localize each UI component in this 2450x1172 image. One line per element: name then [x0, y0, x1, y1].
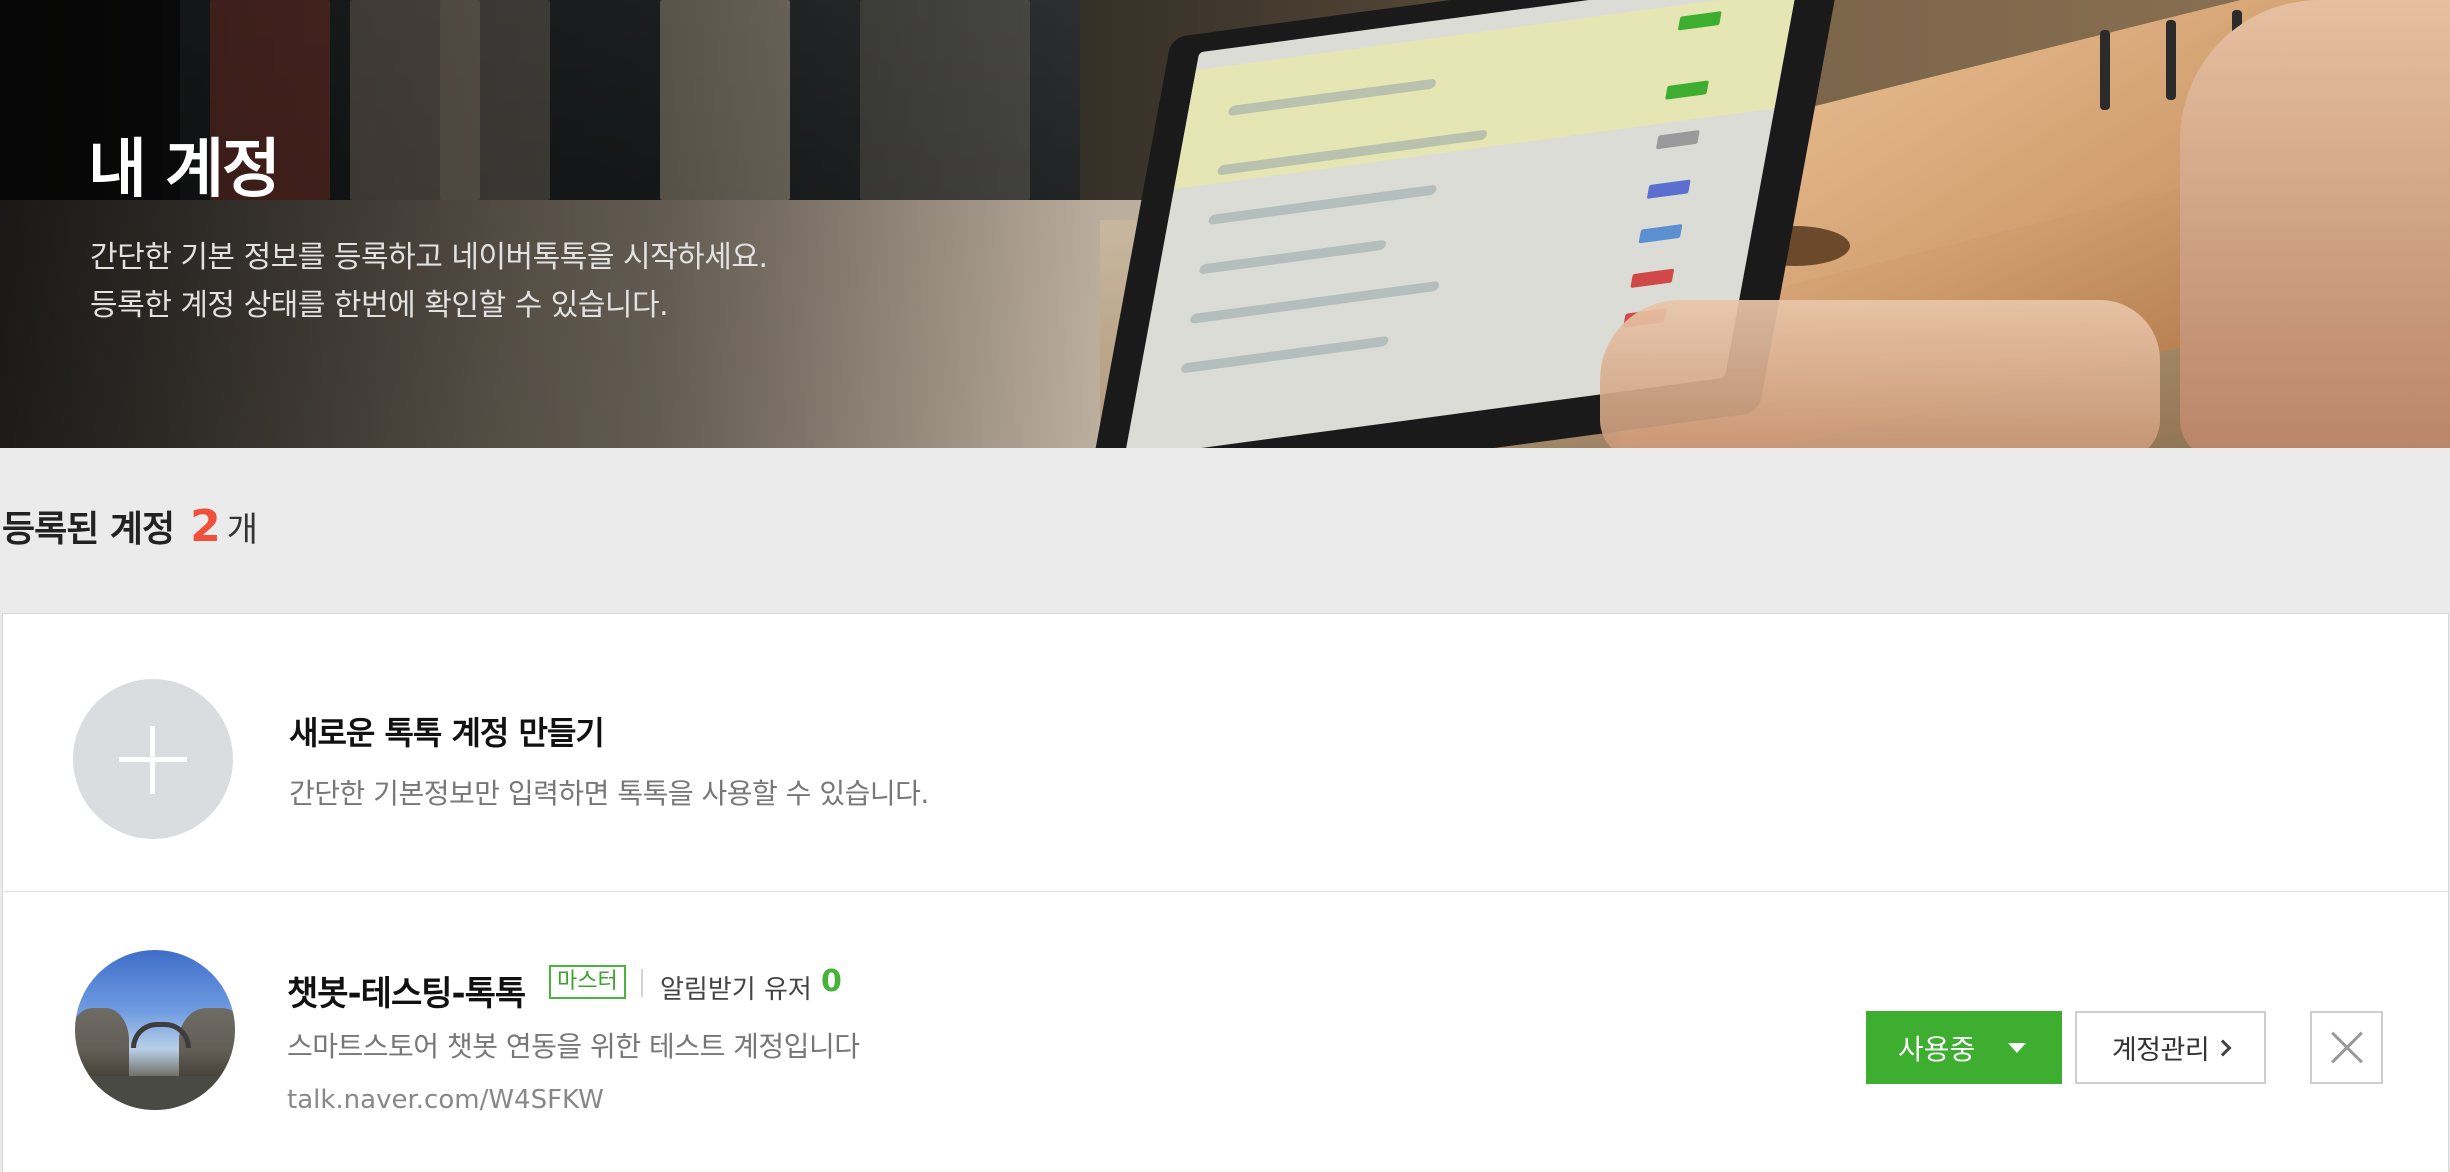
page-description-line: 등록한 계정 상태를 한번에 확인할 수 있습니다. — [90, 288, 669, 323]
create-account-title[interactable]: 새로운 톡톡 계정 만들기 — [289, 708, 605, 754]
manage-account-label: 계정관리 — [2111, 1035, 2210, 1065]
status-button-label: 사용중 — [1898, 1033, 1976, 1065]
page-description-line: 간단한 기본 정보를 등록하고 네이버톡톡을 시작하세요. — [90, 240, 768, 275]
manage-account-button[interactable]: 계정관리 — [2075, 1011, 2266, 1084]
account-description: 스마트스토어 챗봇 연동을 위한 테스트 계정입니다 — [287, 1030, 860, 1063]
account-url[interactable]: talk.naver.com/W4SFKW — [287, 1085, 604, 1115]
hero-banner: 내 계정 간단한 기본 정보를 등록하고 네이버톡톡을 시작하세요. 등록한 계… — [0, 0, 2450, 448]
notify-users-label: 알림받기 유저 — [660, 975, 812, 1005]
hero-bg-arm — [2180, 0, 2450, 448]
role-badge: 마스터 — [549, 965, 626, 999]
plus-icon[interactable] — [73, 679, 233, 839]
notify-users-count: 0 — [821, 964, 842, 999]
divider — [641, 969, 643, 997]
hero-bg-peg — [2166, 20, 2176, 100]
registered-accounts-unit: 개 — [226, 510, 259, 550]
account-item: 챗봇-테스팅-톡톡 마스터 알림받기 유저 0 스마트스토어 챗봇 연동을 위한… — [3, 892, 2448, 1172]
caret-down-icon — [2008, 1043, 2026, 1053]
page-description: 간단한 기본 정보를 등록하고 네이버톡톡을 시작하세요. 등록한 계정 상태를… — [90, 234, 768, 330]
registered-accounts-number: 2 — [190, 501, 221, 552]
hero-bg-peg — [2100, 30, 2110, 110]
hero-bg-hands — [1600, 300, 2160, 448]
hero-bg-shade — [0, 0, 1100, 448]
account-avatar — [75, 950, 235, 1110]
create-account-item[interactable]: 새로운 톡톡 계정 만들기 간단한 기본정보만 입력하면 톡톡을 사용할 수 있… — [3, 614, 2448, 892]
registered-accounts-label: 등록된 계정 — [2, 509, 175, 550]
account-list: 새로운 톡톡 계정 만들기 간단한 기본정보만 입력하면 톡톡을 사용할 수 있… — [2, 613, 2449, 1172]
account-name[interactable]: 챗봇-테스팅-톡톡 — [287, 966, 526, 1015]
status-dropdown-button[interactable]: 사용중 — [1866, 1011, 2062, 1084]
create-account-description: 간단한 기본정보만 입력하면 톡톡을 사용할 수 있습니다. — [289, 777, 929, 810]
page-title: 내 계정 — [88, 133, 281, 207]
chevron-right-icon — [2214, 1039, 2232, 1056]
registered-accounts-count: 등록된 계정 2 개 — [2, 500, 258, 560]
close-icon[interactable] — [2310, 1011, 2383, 1084]
